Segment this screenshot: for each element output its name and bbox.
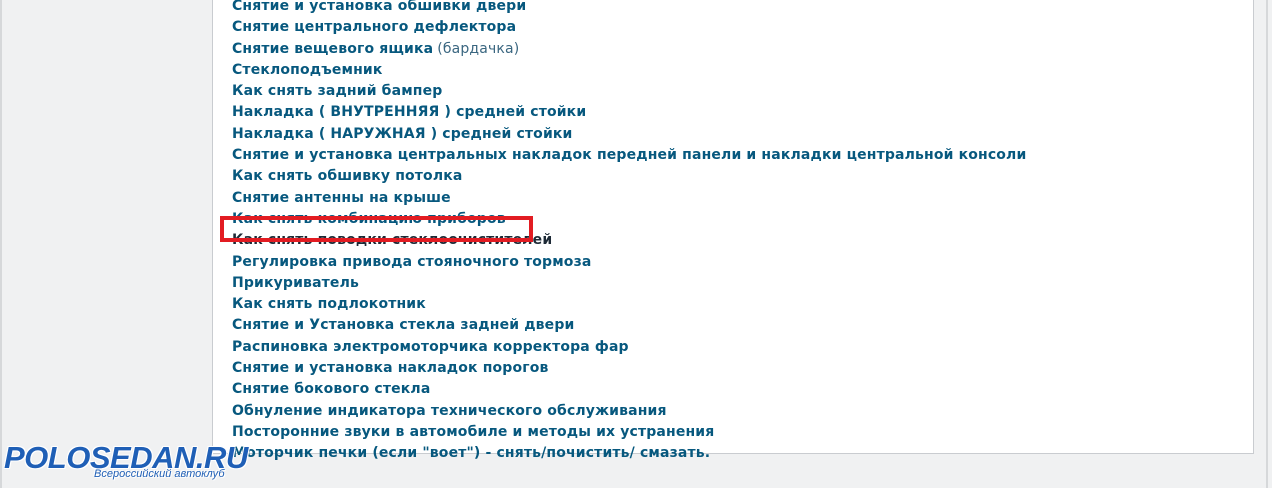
list-item: Моторчик печки (если "воет") - снять/поч… (232, 443, 1026, 464)
list-item: Как снять подлокотник (232, 294, 1026, 315)
article-link[interactable]: Снятие и установка обшивки двери (232, 0, 526, 14)
list-item: Как снять комбинацию приборов (232, 209, 1026, 230)
left-sidebar-edge (0, 0, 2, 488)
list-item: Накладка ( ВНУТРЕННЯЯ ) средней стойки (232, 102, 1026, 123)
article-link[interactable]: Моторчик печки (если "воет") - снять/поч… (232, 445, 710, 461)
right-scrollbar-edge (1266, 0, 1268, 488)
article-link[interactable]: Снятие центрального дефлектора (232, 19, 516, 35)
article-link[interactable]: Посторонние звуки в автомобиле и методы … (232, 424, 714, 440)
article-link[interactable]: Распиновка электромоторчика корректора ф… (232, 339, 629, 355)
article-link[interactable]: Регулировка привода стояночного тормоза (232, 254, 591, 270)
list-item: Регулировка привода стояночного тормоза (232, 252, 1026, 273)
watermark-tagline: Всероссийский автоклуб (94, 468, 225, 480)
article-link[interactable]: Как снять комбинацию приборов (232, 211, 506, 227)
article-link[interactable]: Снятие антенны на крыше (232, 190, 451, 206)
list-item: Снятие и установка центральных накладок … (232, 145, 1026, 166)
list-item: Как снять обшивку потолка (232, 166, 1026, 187)
list-item-highlighted: Как снять поводки стеклоочистителей (232, 230, 1026, 251)
list-item: Как снять задний бампер (232, 81, 1026, 102)
list-item: Накладка ( НАРУЖНАЯ ) средней стойки (232, 124, 1026, 145)
list-item: Снятие бокового стекла (232, 379, 1026, 400)
article-link[interactable]: Накладка ( ВНУТРЕННЯЯ ) средней стойки (232, 104, 586, 120)
article-link-wiper-arms[interactable]: Как снять поводки стеклоочистителей (232, 232, 552, 248)
list-item: Прикуриватель (232, 273, 1026, 294)
site-watermark: POLOSEDAN.RU Всероссийский автоклуб (4, 440, 264, 488)
article-link[interactable]: Как снять задний бампер (232, 83, 442, 99)
article-link[interactable]: Снятие вещевого ящика (232, 41, 433, 57)
list-item: Снятие и установка накладок порогов (232, 358, 1026, 379)
list-item: Снятие центрального дефлектора (232, 17, 1026, 38)
list-item: Распиновка электромоторчика корректора ф… (232, 337, 1026, 358)
article-link[interactable]: Снятие и установка центральных накладок … (232, 147, 1026, 163)
list-item: Снятие и установка обшивки двери (232, 0, 1026, 17)
list-item: Снятие вещевого ящика (бардачка) (232, 39, 1026, 60)
article-link[interactable]: Как снять подлокотник (232, 296, 426, 312)
list-item: Стеклоподъемник (232, 60, 1026, 81)
list-item: Обнуление индикатора технического обслуж… (232, 401, 1026, 422)
list-item: Снятие антенны на крыше (232, 188, 1026, 209)
article-link[interactable]: Снятие и установка накладок порогов (232, 360, 548, 376)
article-link[interactable]: Прикуриватель (232, 275, 359, 291)
article-link[interactable]: Обнуление индикатора технического обслуж… (232, 403, 667, 419)
article-link-note: (бардачка) (437, 40, 520, 57)
article-link-list: Снятие и установка обшивки двери Снятие … (232, 0, 1026, 465)
article-link[interactable]: Как снять обшивку потолка (232, 168, 462, 184)
article-link[interactable]: Снятие и Установка стекла задней двери (232, 317, 574, 333)
list-item: Посторонние звуки в автомобиле и методы … (232, 422, 1026, 443)
article-link[interactable]: Накладка ( НАРУЖНАЯ ) средней стойки (232, 126, 573, 142)
article-link[interactable]: Стеклоподъемник (232, 62, 383, 78)
article-link[interactable]: Снятие бокового стекла (232, 381, 430, 397)
list-item: Снятие и Установка стекла задней двери (232, 315, 1026, 336)
